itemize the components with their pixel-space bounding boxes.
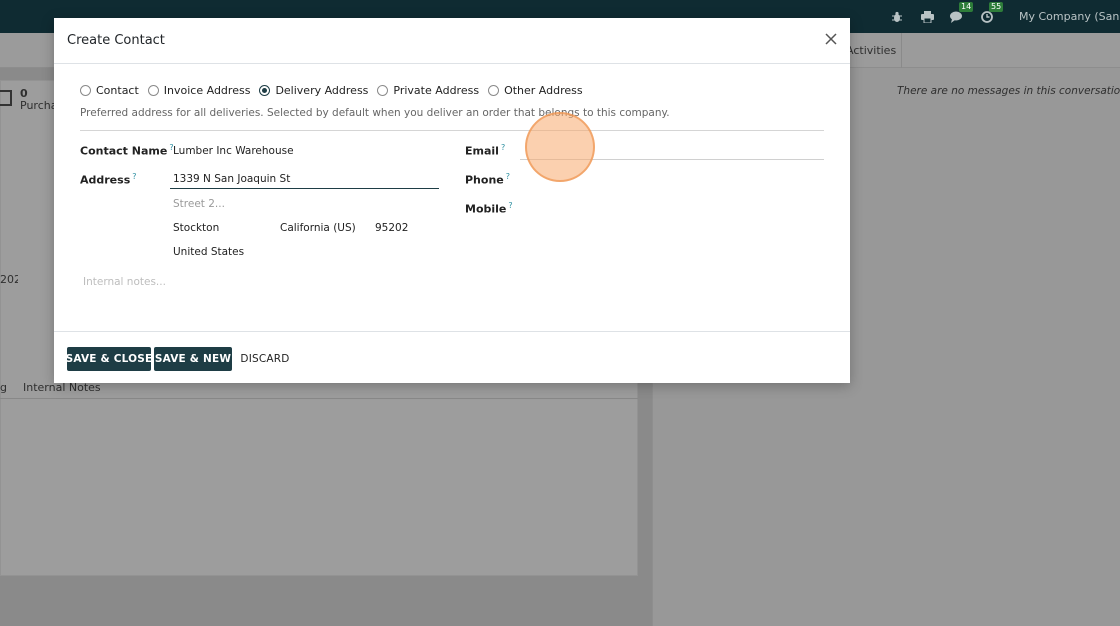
- divider: [80, 130, 824, 131]
- activities-tab[interactable]: Activities: [846, 33, 902, 68]
- tab-fragment[interactable]: g: [0, 381, 7, 394]
- street-input[interactable]: 1339 N San Joaquin St: [173, 173, 290, 185]
- notebook-tabbar: [0, 398, 638, 399]
- zip-input[interactable]: 95202: [375, 222, 408, 234]
- country-select[interactable]: United States: [173, 246, 244, 258]
- dialog-title: Create Contact: [67, 33, 165, 48]
- radio-checked-icon[interactable]: [259, 85, 271, 96]
- close-icon[interactable]: [824, 32, 838, 46]
- radio-circle-icon[interactable]: [377, 85, 389, 96]
- email-input[interactable]: [520, 159, 824, 160]
- mobile-label: Mobile?: [465, 201, 513, 216]
- radio-label: Other Address: [504, 84, 583, 97]
- discard-button[interactable]: DISCARD: [240, 347, 290, 371]
- company-switcher[interactable]: My Company (San Francisco): [1019, 10, 1120, 23]
- purchase-label[interactable]: Purchases: [20, 99, 56, 112]
- radio-private-address[interactable]: Private Address: [377, 84, 479, 97]
- radio-invoice-address[interactable]: Invoice Address: [147, 84, 251, 97]
- street-input-underline: [170, 188, 439, 189]
- contact-name-label: Contact Name?: [80, 143, 174, 158]
- clock-icon[interactable]: 55: [979, 1, 1004, 25]
- create-contact-dialog: Create Contact Contact Invoice Address D…: [54, 18, 850, 383]
- address-type-selector: Contact Invoice Address Delivery Address…: [80, 84, 592, 97]
- dialog-footer: SAVE & CLOSE SAVE & NEW DISCARD: [54, 331, 850, 383]
- save-close-button[interactable]: SAVE & CLOSE: [66, 347, 152, 371]
- radio-label: Invoice Address: [163, 84, 251, 97]
- purchase-stat-icon: [0, 90, 12, 106]
- contact-name-input[interactable]: Lumber Inc Warehouse: [173, 145, 294, 157]
- radio-delivery-address[interactable]: Delivery Address: [259, 84, 368, 97]
- phone-label: Phone?: [465, 172, 510, 187]
- radio-circle-icon[interactable]: [147, 85, 159, 96]
- chat-icon[interactable]: 14: [949, 1, 974, 25]
- activities-tab-label: Activities: [846, 44, 897, 57]
- help-tooltip-icon[interactable]: ?: [501, 143, 505, 152]
- navbar-systray: 14 55 My Company (San Francisco): [889, 0, 1120, 33]
- radio-label: Delivery Address: [275, 84, 369, 97]
- street2-input[interactable]: Street 2...: [173, 198, 225, 210]
- email-label: Email?: [465, 143, 506, 158]
- help-tooltip-icon[interactable]: ?: [508, 201, 512, 210]
- dialog-header: Create Contact: [54, 18, 850, 64]
- radio-circle-icon[interactable]: [488, 85, 500, 96]
- chat-badge: 14: [959, 1, 974, 12]
- city-input[interactable]: Stockton: [173, 222, 219, 234]
- no-messages-text: There are no messages in this conversati…: [897, 85, 1120, 97]
- address-label: Address?: [80, 172, 137, 187]
- print-icon[interactable]: [919, 9, 935, 25]
- help-tooltip-icon[interactable]: ?: [132, 172, 136, 181]
- zip-fragment: 202: [0, 273, 18, 286]
- activity-badge: 55: [989, 1, 1004, 12]
- state-select[interactable]: California (US): [280, 222, 356, 234]
- radio-contact[interactable]: Contact: [80, 84, 139, 97]
- bug-icon[interactable]: [889, 9, 905, 25]
- radio-label: Contact: [96, 84, 139, 97]
- radio-circle-icon[interactable]: [80, 85, 91, 96]
- help-tooltip-icon[interactable]: ?: [506, 172, 510, 181]
- internal-notes-input[interactable]: Internal notes...: [83, 276, 166, 288]
- radio-label: Private Address: [393, 84, 480, 97]
- address-type-hint: Preferred address for all deliveries. Se…: [80, 107, 670, 119]
- radio-other-address[interactable]: Other Address: [488, 84, 583, 97]
- save-new-button[interactable]: SAVE & NEW: [154, 347, 232, 371]
